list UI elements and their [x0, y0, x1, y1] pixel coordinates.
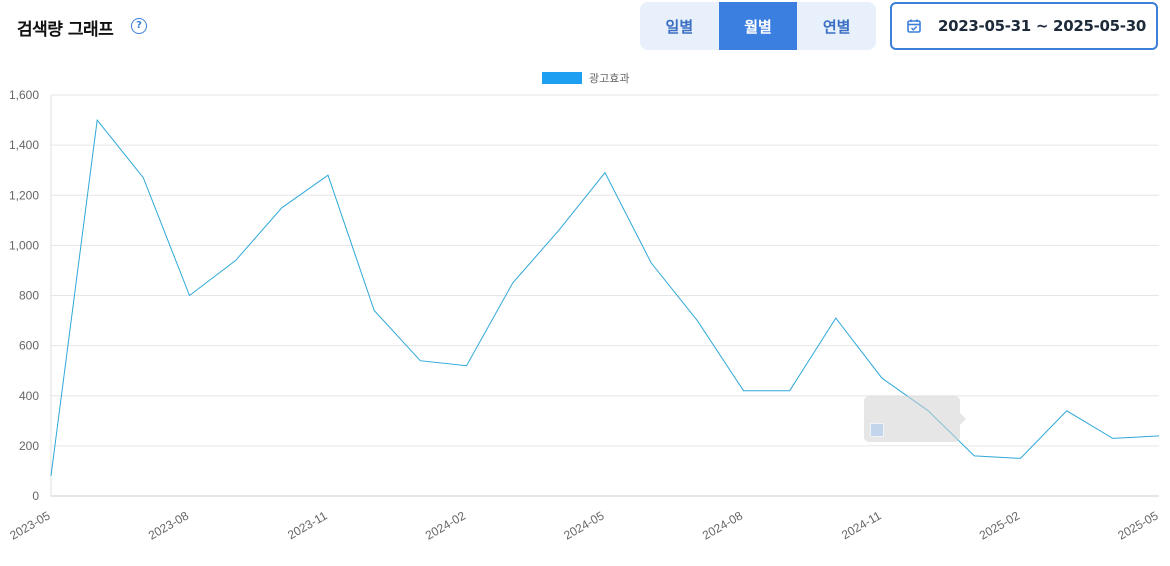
data-point: [280, 206, 284, 210]
data-point: [465, 364, 469, 368]
data-point: [95, 118, 99, 122]
help-icon[interactable]: ?: [131, 18, 147, 34]
tooltip-swatch: [870, 423, 884, 437]
x-axis-ticks: 2023-05 2023-08 2023-11 2024-02 2024-05 2024-…: [7, 508, 1160, 542]
data-point: [1065, 409, 1069, 413]
y-tick-label: 600: [19, 339, 39, 353]
y-tick-label: 400: [19, 389, 39, 403]
chart-series: [49, 118, 1161, 478]
date-range-text: 2023-05-31 ~ 2025-05-30: [938, 17, 1147, 35]
chart-tooltip: [864, 396, 966, 442]
period-monthly-button[interactable]: 월별: [718, 2, 798, 50]
data-point: [603, 171, 607, 175]
data-point: [742, 389, 746, 393]
data-point: [141, 176, 145, 180]
y-tick-label: 1,400: [9, 138, 39, 152]
data-point: [1019, 456, 1023, 460]
data-point: [49, 474, 53, 478]
data-point: [1111, 436, 1115, 440]
data-point: [880, 376, 884, 380]
x-tick-label: 2025-05: [1115, 508, 1160, 542]
x-tick-label: 2025-02: [977, 508, 1022, 542]
x-tick-label: 2023-08: [146, 508, 191, 542]
data-point: [326, 173, 330, 177]
legend-label: 광고효과: [589, 72, 629, 85]
x-tick-label: 2024-11: [839, 508, 884, 542]
y-tick-label: 1,600: [9, 88, 39, 102]
y-tick-label: 1,000: [9, 238, 39, 252]
data-point: [372, 309, 376, 313]
calendar-icon: [907, 19, 921, 33]
x-tick-label: 2024-08: [700, 508, 745, 542]
period-yearly-button[interactable]: 연별: [797, 2, 876, 50]
search-volume-chart: 0 200 400 600 800 1,000 1,200 1,400 1,600 2023-0…: [7, 72, 1161, 543]
x-tick-label: 2024-02: [423, 508, 468, 542]
y-axis-ticks: 0 200 400 600 800 1,000 1,200 1,400 1,600: [9, 88, 39, 503]
data-point: [511, 281, 515, 285]
data-point: [557, 228, 561, 232]
period-toggle: 일별 월별 연별: [640, 2, 876, 50]
data-point: [649, 261, 653, 265]
x-tick-label: 2024-05: [561, 508, 606, 542]
data-point: [418, 359, 422, 363]
x-tick-label: 2023-05: [7, 508, 52, 542]
data-point: [834, 316, 838, 320]
data-point: [1157, 434, 1161, 438]
y-tick-label: 800: [19, 289, 39, 303]
data-point: [695, 319, 699, 323]
y-tick-label: 1,200: [9, 188, 39, 202]
data-point: [788, 389, 792, 393]
y-tick-label: 0: [32, 489, 39, 503]
data-point: [188, 294, 192, 298]
legend-swatch: [542, 72, 582, 84]
chart-header: 검색량 그래프 ? 일별 월별 연별 2023-05-31 ~ 2025-05-…: [0, 0, 1170, 56]
date-range-picker[interactable]: 2023-05-31 ~ 2025-05-30: [890, 2, 1158, 50]
x-tick-label: 2023-11: [285, 508, 330, 542]
page-title: 검색량 그래프: [17, 20, 114, 40]
period-daily-button[interactable]: 일별: [640, 2, 719, 50]
y-tick-label: 200: [19, 439, 39, 453]
data-point: [972, 454, 976, 458]
chart-legend: 광고효과: [542, 72, 629, 85]
chart-grid: [50, 94, 1159, 497]
data-point: [234, 258, 238, 262]
